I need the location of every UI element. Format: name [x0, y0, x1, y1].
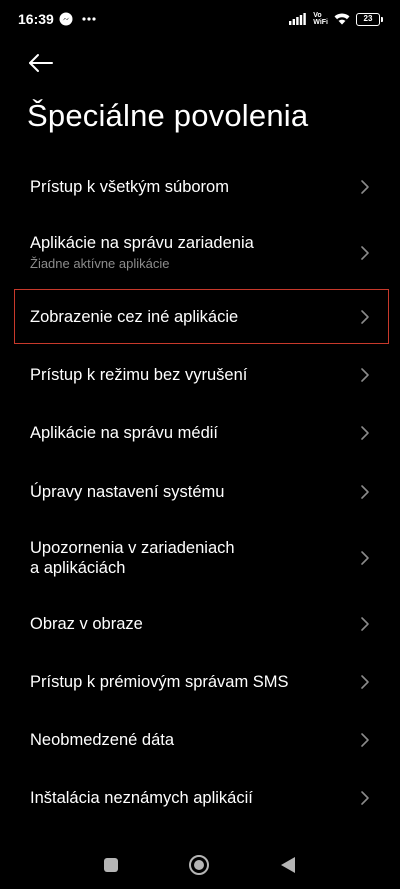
item-title: Zobrazenie cez iné aplikácie — [30, 308, 239, 326]
settings-item-modify-system-settings[interactable]: Úpravy nastavení systému — [0, 462, 400, 520]
settings-item-device-app-notifications[interactable]: Upozornenia v zariadeniach a aplikáciách — [0, 520, 400, 596]
settings-item-premium-sms-access[interactable]: Prístup k prémiovým správam SMS — [0, 654, 400, 712]
vowifi-icon: Vo WiFi — [313, 12, 328, 26]
messenger-icon — [59, 12, 73, 26]
settings-item-device-admin-apps[interactable]: Aplikácie na správu zariadenia Žiadne ak… — [0, 216, 400, 288]
settings-item-install-unknown-apps[interactable]: Inštalácia neznámych aplikácií — [0, 770, 400, 828]
chevron-right-icon — [361, 791, 369, 805]
settings-item-picture-in-picture[interactable]: Obraz v obraze — [0, 596, 400, 654]
item-subtitle: Žiadne aktívne aplikácie — [30, 256, 170, 271]
status-bar: 16:39 Vo WiFi 23 — [0, 0, 400, 40]
signal-icon — [289, 13, 307, 25]
chevron-right-icon — [361, 485, 369, 499]
item-title: Inštalácia neznámych aplikácií — [30, 789, 253, 807]
settings-item-media-management-apps[interactable]: Aplikácie na správu médií — [0, 404, 400, 462]
item-title: Prístup k všetkým súborom — [30, 178, 229, 196]
home-circle-icon[interactable] — [188, 854, 210, 876]
wifi-icon — [334, 13, 350, 25]
settings-item-all-files-access[interactable]: Prístup k všetkým súborom — [0, 158, 400, 216]
settings-item-unrestricted-data[interactable]: Neobmedzené dáta — [0, 712, 400, 770]
chevron-right-icon — [361, 180, 369, 194]
item-title: Obraz v obraze — [30, 615, 143, 633]
chevron-right-icon — [361, 426, 369, 440]
chevron-right-icon — [361, 246, 369, 260]
chevron-right-icon — [361, 368, 369, 382]
back-button[interactable] — [26, 50, 56, 76]
chevron-right-icon — [361, 617, 369, 631]
item-title: Prístup k režimu bez vyrušení — [30, 366, 248, 384]
item-title: Upozornenia v zariadeniach — [30, 539, 235, 557]
chevron-right-icon — [361, 733, 369, 747]
nav-bar — [0, 840, 400, 889]
recents-square-icon[interactable] — [103, 857, 119, 873]
item-title-line2: a aplikáciách — [30, 559, 126, 577]
item-title: Prístup k prémiovým správam SMS — [30, 673, 289, 691]
back-triangle-icon[interactable] — [280, 856, 296, 874]
more-dots-icon — [82, 17, 96, 21]
item-title: Úpravy nastavení systému — [30, 483, 225, 501]
settings-item-display-over-other-apps[interactable]: Zobrazenie cez iné aplikácie — [0, 290, 400, 344]
vowifi-line2: WiFi — [313, 19, 328, 26]
arrow-left-icon — [29, 54, 53, 72]
status-time: 16:39 — [18, 11, 54, 27]
item-title: Neobmedzené dáta — [30, 731, 175, 749]
page-title: Špeciálne povolenia — [27, 98, 309, 133]
chevron-right-icon — [361, 310, 369, 324]
vowifi-line1: Vo — [313, 12, 322, 19]
battery-icon: 23 — [356, 12, 383, 26]
battery-level: 23 — [363, 14, 373, 23]
chevron-right-icon — [361, 551, 369, 565]
item-title: Aplikácie na správu médií — [30, 424, 219, 442]
chevron-right-icon — [361, 675, 369, 689]
item-title: Aplikácie na správu zariadenia — [30, 234, 254, 252]
settings-item-do-not-disturb-access[interactable]: Prístup k režimu bez vyrušení — [0, 346, 400, 404]
